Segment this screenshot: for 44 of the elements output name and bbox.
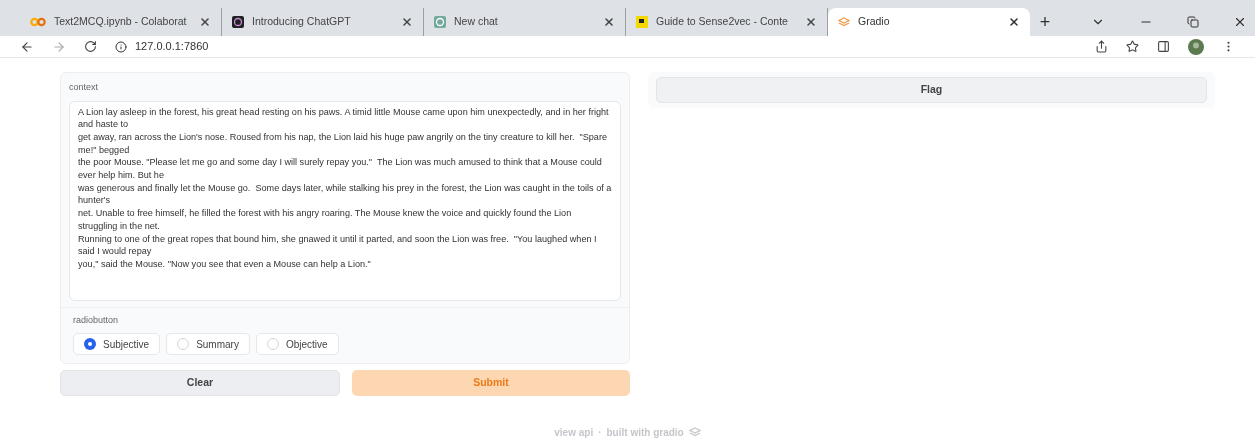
- radio-option[interactable]: Summary: [166, 333, 250, 355]
- layers-logo-icon: [688, 426, 701, 438]
- radio-label: Summary: [196, 337, 239, 352]
- share-icon[interactable]: [1095, 40, 1108, 53]
- new-tab-button[interactable]: +: [1030, 8, 1060, 36]
- tab-title: Introducing ChatGPT: [252, 14, 352, 30]
- reload-icon[interactable]: [84, 40, 97, 53]
- tab-title: Guide to Sense2vec - Conte: [656, 14, 789, 30]
- field-label: radiobutton: [73, 313, 120, 327]
- url-text: 127.0.0.1:7860: [135, 39, 209, 55]
- radio-button[interactable]: [84, 338, 96, 350]
- radio-button[interactable]: [177, 338, 190, 350]
- close-icon[interactable]: [805, 16, 817, 28]
- radio-label: Subjective: [103, 337, 150, 352]
- tab-title: Text2MCQ.ipynb - Colaborat: [54, 14, 188, 30]
- info-icon[interactable]: [115, 40, 127, 53]
- browser-tab[interactable]: Gradio: [828, 8, 1030, 36]
- restore-icon[interactable]: [1187, 16, 1199, 28]
- radio-label: Objective: [285, 337, 328, 352]
- close-icon[interactable]: [401, 16, 413, 28]
- clear-button[interactable]: Clear: [60, 370, 340, 396]
- back-icon[interactable]: [20, 39, 34, 54]
- tab-title: New chat: [454, 14, 499, 30]
- radio-button[interactable]: [266, 338, 279, 350]
- flag-button[interactable]: Flag: [656, 77, 1207, 103]
- close-icon[interactable]: [199, 16, 211, 28]
- tab-title: Gradio: [858, 14, 891, 30]
- field-label: context: [69, 81, 100, 94]
- square-logo-icon: [636, 16, 648, 28]
- context-textarea[interactable]: A Lion lay asleep in the forest, his great head resting on his paws. A timid little Mouse came upon him unexpectedly, and in her fright and haste to get away, ran across the Lion's nose. Roused from his nap, the Lion laid his huge paw angrily on the tiny creature to kill her. "Spare me!" begged the poor Mouse. "Please let me go and some day I will surely repay you." The Lion was much amused to think that a Mouse could ever help him. But he was generous and finally let the Mouse go. Some days later, while stalking his prey in the forest, the Lion was caught in the toils of a hunter's net. Unable to free himself, he filled the forest with his angry roaring. The Mouse knew the voice and quickly found the Lion struggling in the net. Running to one of the great ropes that bound him, she gnawed it until it parted, and soon the Lion was free. "You laughed when I said I would repay you," said the Mouse. "Now you see that even a Mouse can help a Lion.": [69, 100, 621, 301]
- knot-logo-icon: [434, 16, 446, 28]
- address-bar[interactable]: 127.0.0.1:7860: [115, 38, 1077, 55]
- side-panel-icon[interactable]: [1157, 40, 1170, 53]
- knot-logo-icon: [232, 16, 244, 28]
- avatar-icon[interactable]: [1188, 38, 1204, 55]
- close-icon[interactable]: [603, 16, 615, 28]
- radio-option[interactable]: Subjective: [73, 333, 161, 355]
- layers-logo-icon: [838, 16, 850, 28]
- close-icon[interactable]: [1008, 16, 1020, 28]
- bookmark-icon[interactable]: [1126, 40, 1139, 53]
- radio-option[interactable]: Objective: [255, 333, 339, 355]
- infinity-logo-icon: [30, 17, 46, 27]
- close-icon[interactable]: [1233, 15, 1247, 29]
- separator-dot: ·: [598, 425, 602, 440]
